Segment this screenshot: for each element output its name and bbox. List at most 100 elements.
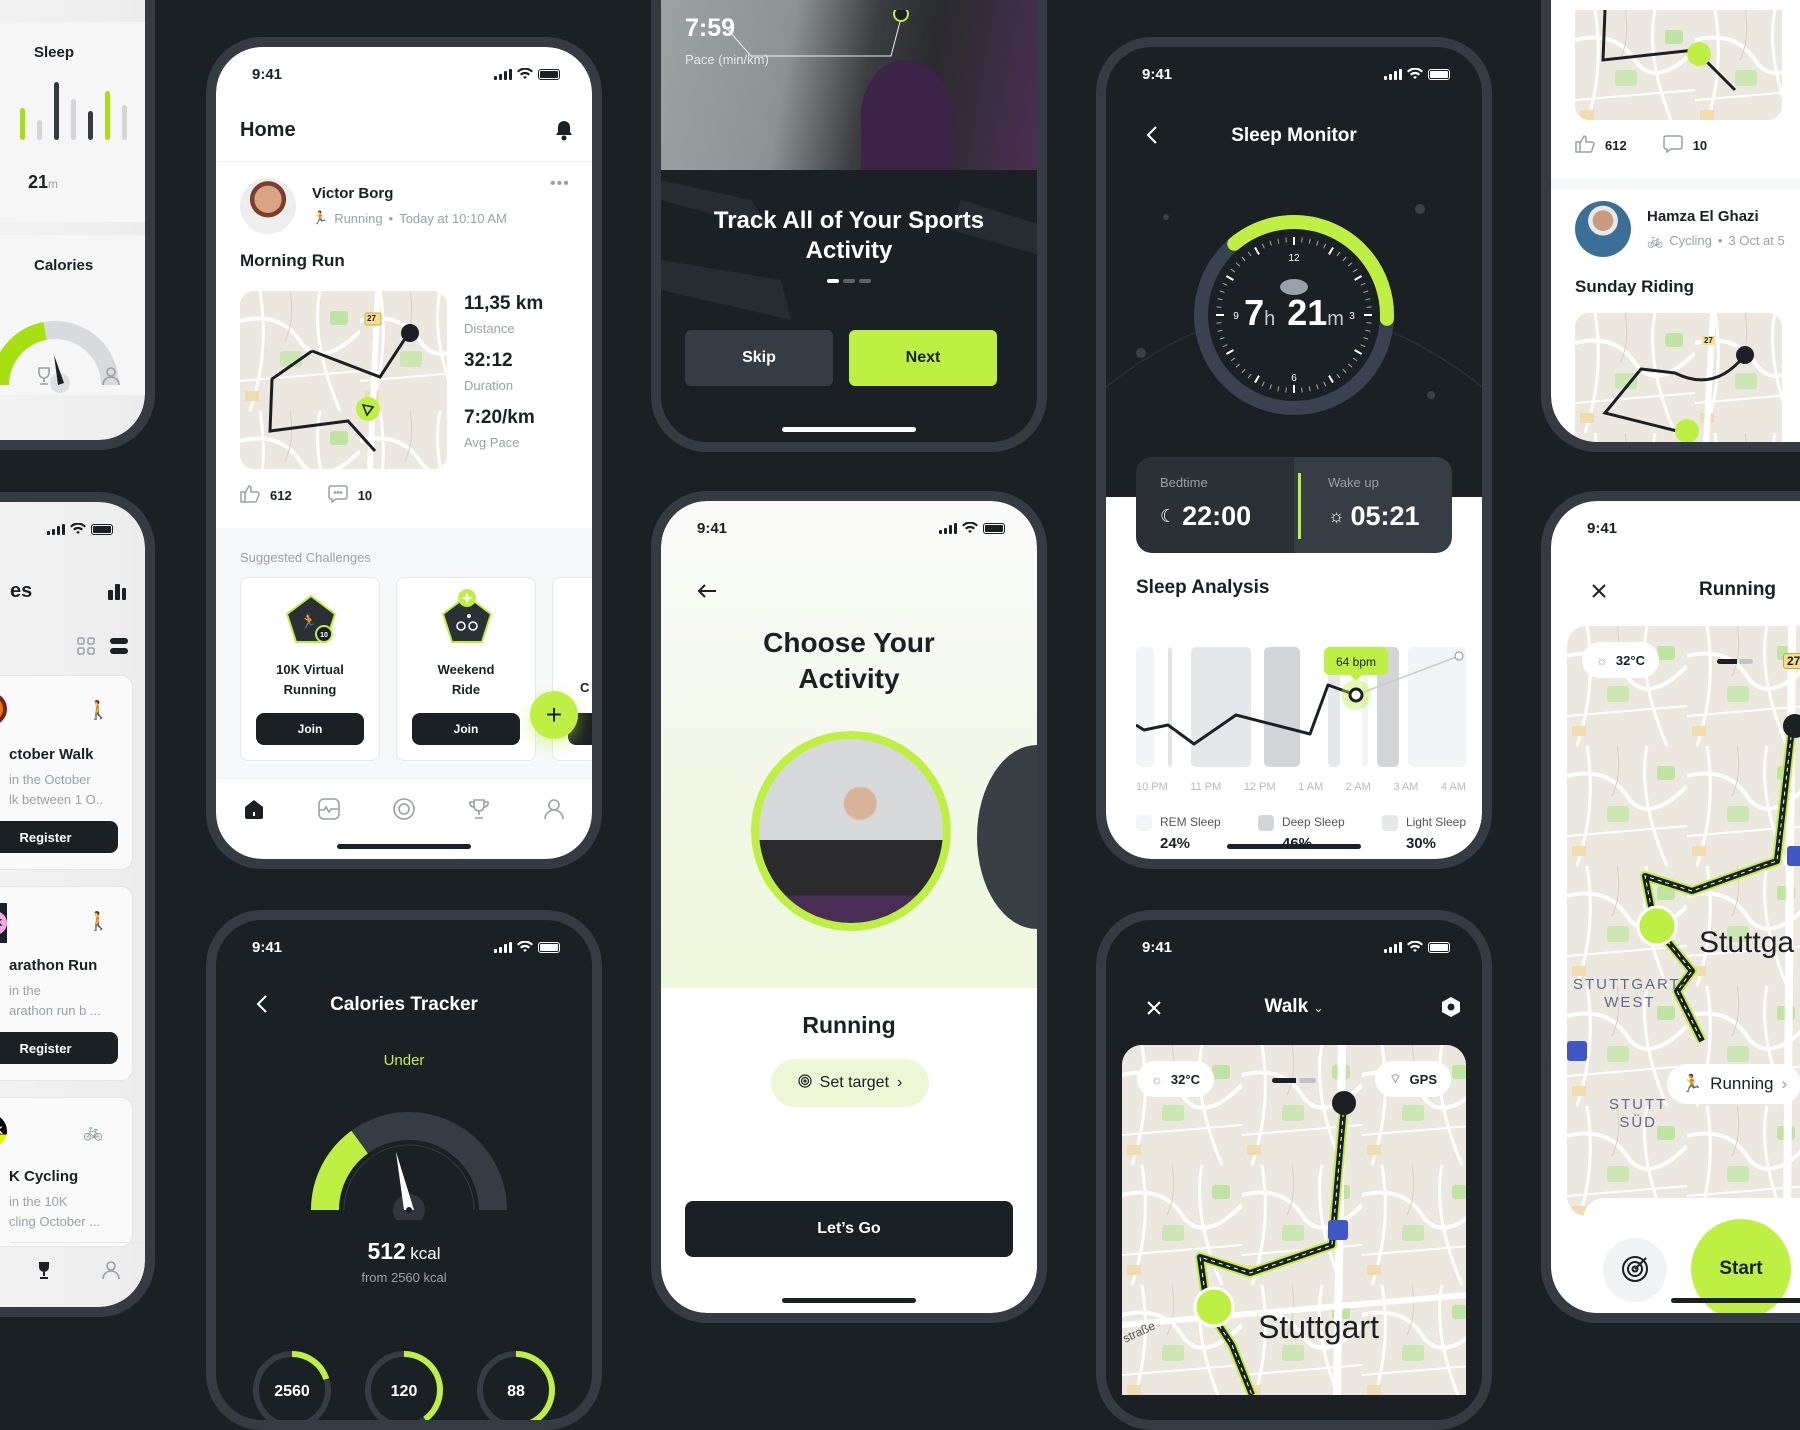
home-indicator — [782, 1298, 916, 1303]
tab-trophy-icon[interactable] — [468, 798, 490, 820]
back-arrow-icon[interactable] — [697, 583, 717, 604]
post-avatar[interactable] — [240, 178, 296, 234]
calorie-gauge — [311, 1112, 507, 1220]
settings-hex-icon[interactable] — [1440, 996, 1462, 1023]
pagination-dots — [661, 279, 1037, 283]
stat-distance: 11,35 km Distance — [464, 293, 543, 336]
like-icon[interactable] — [1575, 135, 1595, 156]
status-time: 9:41 — [252, 938, 283, 956]
next-button[interactable]: Next — [849, 330, 997, 386]
activity-selector[interactable]: Walk ⌄ — [1106, 996, 1482, 1018]
sleep-mini-bar — [88, 111, 93, 140]
register-button[interactable]: Register — [0, 1032, 118, 1064]
activity-type-pill[interactable]: 🏃 Running › — [1667, 1064, 1800, 1104]
join-button[interactable]: Join — [412, 713, 520, 745]
status-icons — [494, 68, 560, 80]
stat-value: 7:20/km — [464, 407, 535, 428]
post-reactions: 612 10 — [1575, 135, 1707, 156]
feed-map-2[interactable]: 27 — [1575, 313, 1782, 442]
analysis-title: Sleep Analysis — [1136, 577, 1270, 598]
like-count: 612 — [1605, 138, 1627, 153]
post-avatar[interactable] — [1575, 201, 1631, 257]
page-dot[interactable] — [859, 279, 871, 283]
page-dot[interactable] — [827, 279, 839, 283]
heart-rate-end-point — [1454, 651, 1464, 661]
star-dot — [1163, 214, 1169, 220]
wake-value[interactable]: ☼ 05:21 — [1328, 501, 1420, 532]
tab-record-icon[interactable] — [393, 797, 415, 820]
legend-item: Light Sleep 30% — [1381, 815, 1466, 852]
signal-icon — [494, 68, 512, 80]
separator-dot: • — [388, 210, 394, 226]
status-time: 9:41 — [1142, 65, 1173, 83]
challenge-card[interactable]: 10 🏃 10K Virtual Running Join — [240, 577, 380, 761]
stat-pace: 7:20/km Avg Pace — [464, 407, 543, 450]
post-route-map[interactable]: 27 — [240, 291, 447, 469]
page-dot[interactable] — [843, 279, 855, 283]
tab-profile-icon[interactable] — [99, 364, 123, 388]
legend-value: 30% — [1405, 835, 1436, 852]
close-icon[interactable] — [1591, 583, 1607, 604]
challenge-name: C — [580, 680, 590, 695]
stat-duration: 32:12 Duration — [464, 350, 543, 393]
challenge-card[interactable]: OK 🚲 K Cycling in the 10K cling October … — [0, 1097, 133, 1247]
sleep-x-axis: 10 PM 11 PM 12 PM 1 AM 2 AM 3 AM 4 AM — [1136, 781, 1466, 793]
notification-bell-icon[interactable] — [554, 119, 574, 146]
register-button[interactable]: Register — [0, 821, 118, 853]
grid-view-icon[interactable] — [77, 637, 95, 660]
svg-text:10: 10 — [320, 632, 328, 639]
running-icon: 🏃 — [1681, 1074, 1703, 1093]
moon-icon: ☾ — [1160, 506, 1177, 526]
like-icon[interactable] — [240, 485, 260, 506]
list-view-icon[interactable] — [110, 638, 128, 659]
comment-icon[interactable] — [327, 485, 348, 506]
challenge-card[interactable]: OK 🚶 arathon Run in the arathon run b ..… — [0, 886, 133, 1081]
feed-map-1[interactable] — [1575, 10, 1782, 120]
stats-icon[interactable] — [107, 582, 127, 605]
x-tick-label: 10 PM — [1136, 781, 1168, 793]
battery-icon — [538, 941, 560, 953]
post-meta: 🏃 Running • Today at 10:10 AM — [312, 210, 507, 226]
post-user-name[interactable]: Hamza El Ghazi — [1647, 208, 1759, 225]
tab-profile-icon[interactable] — [543, 798, 565, 820]
challenge-card[interactable]: Weekend Ride Join — [396, 577, 536, 761]
battery-icon — [538, 68, 560, 80]
challenge-card[interactable]: 🚶 ctober Walk in the October lk between … — [0, 675, 133, 870]
sun-icon: ☼ — [1151, 1071, 1163, 1087]
add-fab-button[interactable]: + — [530, 691, 578, 739]
phone-choose-activity: 9:41 Choose Your Activity Running Set ta… — [651, 491, 1047, 1323]
more-options-icon[interactable]: ••• — [550, 175, 570, 193]
join-button[interactable]: Join — [256, 713, 364, 745]
bike-icon: 🚲 — [83, 1124, 103, 1141]
map-drag-handle[interactable] — [1272, 1078, 1316, 1083]
tab-activity-icon[interactable] — [317, 797, 340, 820]
divider-accent — [1298, 473, 1301, 539]
tab-home-icon[interactable] — [243, 798, 265, 820]
activity-photo-next[interactable] — [977, 745, 1037, 929]
running-route-map[interactable]: ☼ 32°C 27 Stuttga STUTTGART- WEST STUTT SÜD… — [1567, 626, 1800, 1216]
set-target-label: Set target — [819, 1074, 890, 1091]
skip-button[interactable]: Skip — [685, 330, 833, 386]
post-reactions: 612 10 — [240, 485, 372, 506]
tab-profile-icon[interactable] — [99, 1258, 123, 1282]
tab-trophy-icon[interactable] — [32, 1258, 56, 1282]
ring-value: 88 — [507, 1383, 525, 1400]
calories-card-title: Calories — [34, 257, 94, 274]
home-indicator — [1227, 844, 1361, 849]
tab-trophy-icon[interactable] — [32, 364, 56, 388]
page-title: Home — [240, 119, 296, 141]
lets-go-button[interactable]: Let’s Go — [685, 1201, 1013, 1257]
activity-photo-running[interactable] — [751, 731, 951, 931]
map-drag-handle[interactable] — [1717, 659, 1753, 664]
suggested-challenges-section: Suggested Challenges 10 🏃 10K Virtual Runn… — [216, 528, 592, 778]
target-button[interactable] — [1603, 1238, 1667, 1302]
phone-running-start: 9:41 Running ☼ 32°C 27 Stuttga STUTTGART-… — [1541, 491, 1800, 1323]
sleep-card[interactable]: Sleep 21m — [0, 22, 145, 222]
cycling-icon: 🚲 — [1647, 233, 1664, 248]
comment-icon[interactable] — [1662, 135, 1683, 156]
phone-dashboard-partial: Sleep 21m Calories — [0, 0, 155, 450]
walk-route-map[interactable]: ☼ 32°C ⌔ GPS Stuttgart straße — [1122, 1045, 1466, 1395]
bedtime-value[interactable]: ☾ 22:00 — [1160, 501, 1251, 532]
post-user-name[interactable]: Victor Borg — [312, 185, 393, 202]
set-target-button[interactable]: Set target › — [771, 1059, 929, 1107]
